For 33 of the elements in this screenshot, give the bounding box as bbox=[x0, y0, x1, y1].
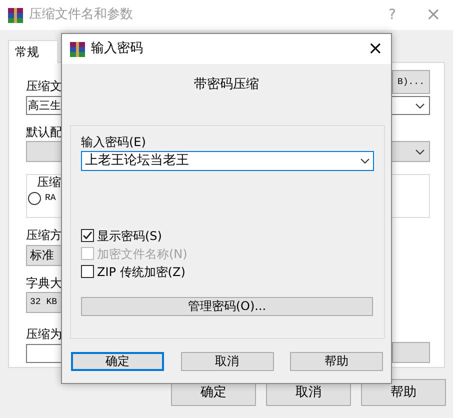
radio-button[interactable] bbox=[28, 192, 41, 205]
field-value: 32 KB bbox=[30, 297, 58, 308]
field-label: 压缩文 bbox=[26, 78, 62, 93]
stacked-books-icon bbox=[8, 8, 23, 22]
password-field[interactable]: 上老王论坛当老王 bbox=[81, 150, 374, 171]
field-value: 高三生 bbox=[28, 98, 61, 112]
stacked-books-icon bbox=[70, 42, 85, 56]
checkbox[interactable] bbox=[81, 229, 94, 242]
field-label: 输入密码(E) bbox=[81, 134, 146, 149]
checkbox[interactable] bbox=[81, 265, 94, 278]
field-label: 压缩为 bbox=[26, 327, 62, 342]
checkbox-label: ZIP 传统加密(Z) bbox=[97, 264, 186, 280]
dialog-heading: 带密码压缩 bbox=[193, 77, 260, 93]
field-label: 默认配 bbox=[26, 125, 62, 140]
tab[interactable]: 常规 bbox=[8, 40, 58, 63]
field-value: 上老王论坛当老王 bbox=[85, 153, 189, 169]
dialog-button[interactable]: 确定 bbox=[71, 352, 164, 371]
dialog-title: 输入密码 bbox=[91, 41, 143, 57]
manage-passwords-button[interactable]: 管理密码(O)... bbox=[81, 296, 373, 316]
group-label: 压缩 bbox=[35, 175, 63, 190]
field-label: 字典大 bbox=[26, 276, 62, 290]
field-label: 压缩方 bbox=[26, 228, 62, 243]
checkbox-label: 加密文件名称(N) bbox=[97, 246, 188, 262]
dialog-button[interactable]: 帮助 bbox=[361, 379, 446, 406]
field-value: 标准 bbox=[30, 248, 54, 262]
dialog-button[interactable]: 取消 bbox=[180, 352, 274, 371]
dialog-button[interactable]: 帮助 bbox=[290, 352, 383, 371]
window-title: 压缩文件名和参数 bbox=[29, 7, 133, 23]
dropdown[interactable] bbox=[392, 342, 430, 363]
checkbox-label: 显示密码(S) bbox=[97, 228, 162, 244]
close-button[interactable]: × bbox=[368, 40, 383, 58]
radio-label: RA bbox=[45, 192, 56, 204]
browse-button[interactable]: B)... bbox=[392, 70, 430, 94]
